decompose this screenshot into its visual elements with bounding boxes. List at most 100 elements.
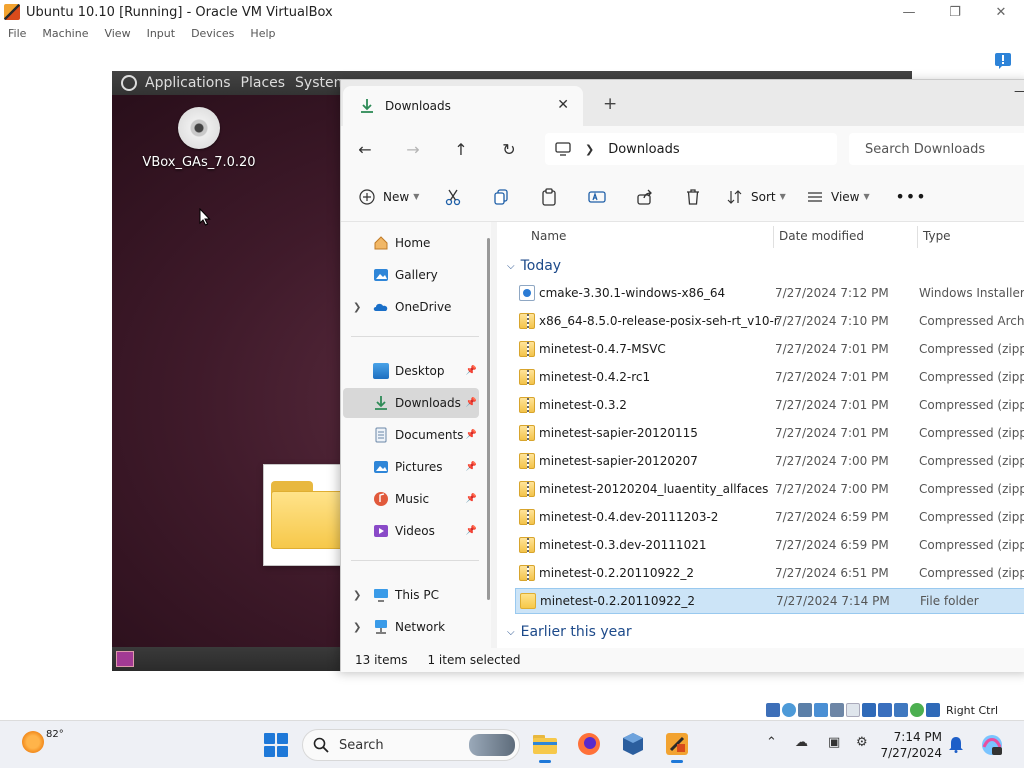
tab-close-icon[interactable]: ✕ xyxy=(557,97,569,113)
cloud-offline-icon[interactable]: ☁ xyxy=(795,735,808,750)
hard-disk-icon[interactable] xyxy=(766,703,780,717)
taskbar-search-placeholder: Search xyxy=(339,737,384,753)
file-type: Compressed (zipp... xyxy=(919,454,1024,468)
vbox-status-bar: Right Ctrl xyxy=(766,701,1024,719)
nav-item-network[interactable]: Network xyxy=(343,612,479,642)
nav-item-pictures[interactable]: Pictures 📌 xyxy=(343,452,479,482)
cut-button[interactable] xyxy=(429,181,477,213)
menu-machine[interactable]: Machine xyxy=(42,27,88,40)
workspace-switcher-icon[interactable] xyxy=(116,651,134,667)
sort-button[interactable]: Sort ▼ xyxy=(727,181,807,213)
nav-item-music[interactable]: Music 📌 xyxy=(343,484,479,514)
nav-item-gallery[interactable]: Gallery xyxy=(343,260,479,290)
nav-item-downloads[interactable]: Downloads 📌 xyxy=(343,388,479,418)
menu-devices[interactable]: Devices xyxy=(191,27,234,40)
minimize-button[interactable]: — xyxy=(886,0,932,24)
menu-file[interactable]: File xyxy=(8,27,26,40)
file-row[interactable]: minetest-0.3.dev-20111021 7/27/2024 6:59 … xyxy=(515,532,1024,558)
display-icon[interactable] xyxy=(862,703,876,717)
column-header-type[interactable]: Type xyxy=(923,222,951,250)
file-row[interactable]: minetest-sapier-20120115 7/27/2024 7:01 P… xyxy=(515,420,1024,446)
usb-icon[interactable] xyxy=(830,703,844,717)
tab-title: Downloads xyxy=(385,99,451,113)
menu-help[interactable]: Help xyxy=(250,27,275,40)
chevron-up-icon[interactable]: ⌃ xyxy=(766,735,777,750)
recording-icon[interactable] xyxy=(878,703,892,717)
file-row[interactable]: x86_64-8.5.0-release-posix-seh-rt_v10-re… xyxy=(515,308,1024,334)
nav-item-desktop[interactable]: Desktop 📌 xyxy=(343,356,479,386)
notification-info-icon[interactable] xyxy=(994,52,1012,70)
file-type: Compressed (zipp... xyxy=(919,426,1024,440)
group-header-today[interactable]: ⌵ Today xyxy=(507,252,561,280)
file-row[interactable]: minetest-0.4.2-rc1 7/27/2024 7:01 PM Compr… xyxy=(515,364,1024,390)
new-button[interactable]: New ▼ xyxy=(359,181,429,213)
close-button[interactable]: ✕ xyxy=(978,0,1024,24)
new-tab-button[interactable]: + xyxy=(603,94,617,114)
mouse-integration-icon[interactable] xyxy=(926,703,940,717)
network-adapter-icon[interactable] xyxy=(814,703,828,717)
guest-additions-icon[interactable] xyxy=(910,703,924,717)
nav-item-videos[interactable]: Videos 📌 xyxy=(343,516,479,546)
group-header-earlier[interactable]: ⌵ Earlier this year xyxy=(507,618,632,646)
file-row[interactable]: minetest-0.2.20110922_2 7/27/2024 6:51 PM… xyxy=(515,560,1024,586)
system-clock[interactable]: 7:14 PM 7/27/2024 xyxy=(878,729,942,761)
taskbar-virtualbox[interactable] xyxy=(618,729,648,759)
refresh-button[interactable]: ↻ xyxy=(485,134,533,164)
weather-widget[interactable]: 82° xyxy=(22,729,64,753)
cd-disc-icon xyxy=(178,107,220,149)
applications-menu[interactable]: Applications xyxy=(145,75,231,91)
file-row[interactable]: minetest-0.3.2 7/27/2024 7:01 PM Compresse… xyxy=(515,392,1024,418)
vt-x-icon[interactable] xyxy=(894,703,908,717)
file-row[interactable]: minetest-0.2.20110922_2 7/27/2024 7:14 PM… xyxy=(515,588,1024,614)
taskbar-file-explorer[interactable] xyxy=(530,729,560,763)
audio-icon[interactable] xyxy=(798,703,812,717)
delete-button[interactable] xyxy=(669,181,717,213)
tab-downloads[interactable]: Downloads ✕ xyxy=(343,86,583,126)
paste-button[interactable] xyxy=(525,181,573,213)
address-bar[interactable]: ❯ Downloads xyxy=(545,133,837,165)
column-header-date[interactable]: Date modified xyxy=(779,222,864,250)
explorer-minimize-button[interactable]: — xyxy=(1014,84,1024,99)
nav-item-home[interactable]: Home xyxy=(343,228,479,258)
shared-folders-icon[interactable] xyxy=(846,703,860,717)
rename-button[interactable] xyxy=(573,181,621,213)
file-date: 7/27/2024 7:01 PM xyxy=(775,342,889,356)
share-button[interactable] xyxy=(621,181,669,213)
nav-separator xyxy=(351,336,479,337)
display-icon[interactable]: ▣ xyxy=(828,735,840,750)
menu-view[interactable]: View xyxy=(104,27,130,40)
view-button[interactable]: View ▼ xyxy=(807,181,887,213)
copy-button[interactable] xyxy=(477,181,525,213)
desktop-icon-vbox-gas[interactable]: VBox_GAs_7.0.20 xyxy=(134,107,264,170)
restore-button[interactable]: ❐ xyxy=(932,0,978,24)
up-button[interactable]: ↑ xyxy=(437,134,485,164)
optical-drive-icon[interactable] xyxy=(782,703,796,717)
notification-bell-icon[interactable] xyxy=(948,735,964,753)
column-divider[interactable] xyxy=(917,226,918,248)
nav-item-this-pc[interactable]: This PC xyxy=(343,580,479,610)
menu-input[interactable]: Input xyxy=(147,27,175,40)
nav-item-onedrive[interactable]: OneDrive xyxy=(343,292,479,322)
column-divider[interactable] xyxy=(773,226,774,248)
back-button[interactable]: ← xyxy=(341,134,389,164)
nav-item-documents[interactable]: Documents 📌 xyxy=(343,420,479,450)
settings-icon[interactable]: ⚙ xyxy=(856,735,868,750)
start-button[interactable] xyxy=(264,733,288,757)
taskbar-search[interactable]: Search xyxy=(302,729,520,761)
search-input[interactable]: Search Downloads xyxy=(849,133,1024,165)
command-bar: New ▼ Sort ▼ View ▼ ••• xyxy=(341,172,1024,222)
places-menu[interactable]: Places xyxy=(241,75,286,91)
column-header-name[interactable]: Name xyxy=(531,222,566,250)
file-row[interactable]: minetest-sapier-20120207 7/27/2024 7:00 P… xyxy=(515,448,1024,474)
file-row[interactable]: minetest-0.4.7-MSVC 7/27/2024 7:01 PM Comp… xyxy=(515,336,1024,362)
copilot-icon[interactable] xyxy=(980,733,1004,757)
more-options-button[interactable]: ••• xyxy=(887,181,935,213)
file-row[interactable]: minetest-20120204_luaentity_allfaces 7/27… xyxy=(515,476,1024,502)
forward-button[interactable]: → xyxy=(389,134,437,164)
taskbar-firefox[interactable] xyxy=(574,729,604,759)
file-row[interactable]: minetest-0.4.dev-20111203-2 7/27/2024 6:5… xyxy=(515,504,1024,530)
breadcrumb-downloads[interactable]: Downloads xyxy=(608,142,679,157)
nav-scrollbar[interactable] xyxy=(487,238,490,600)
file-row[interactable]: cmake-3.30.1-windows-x86_64 7/27/2024 7:1… xyxy=(515,280,1024,306)
taskbar-vm-window[interactable] xyxy=(662,729,692,763)
